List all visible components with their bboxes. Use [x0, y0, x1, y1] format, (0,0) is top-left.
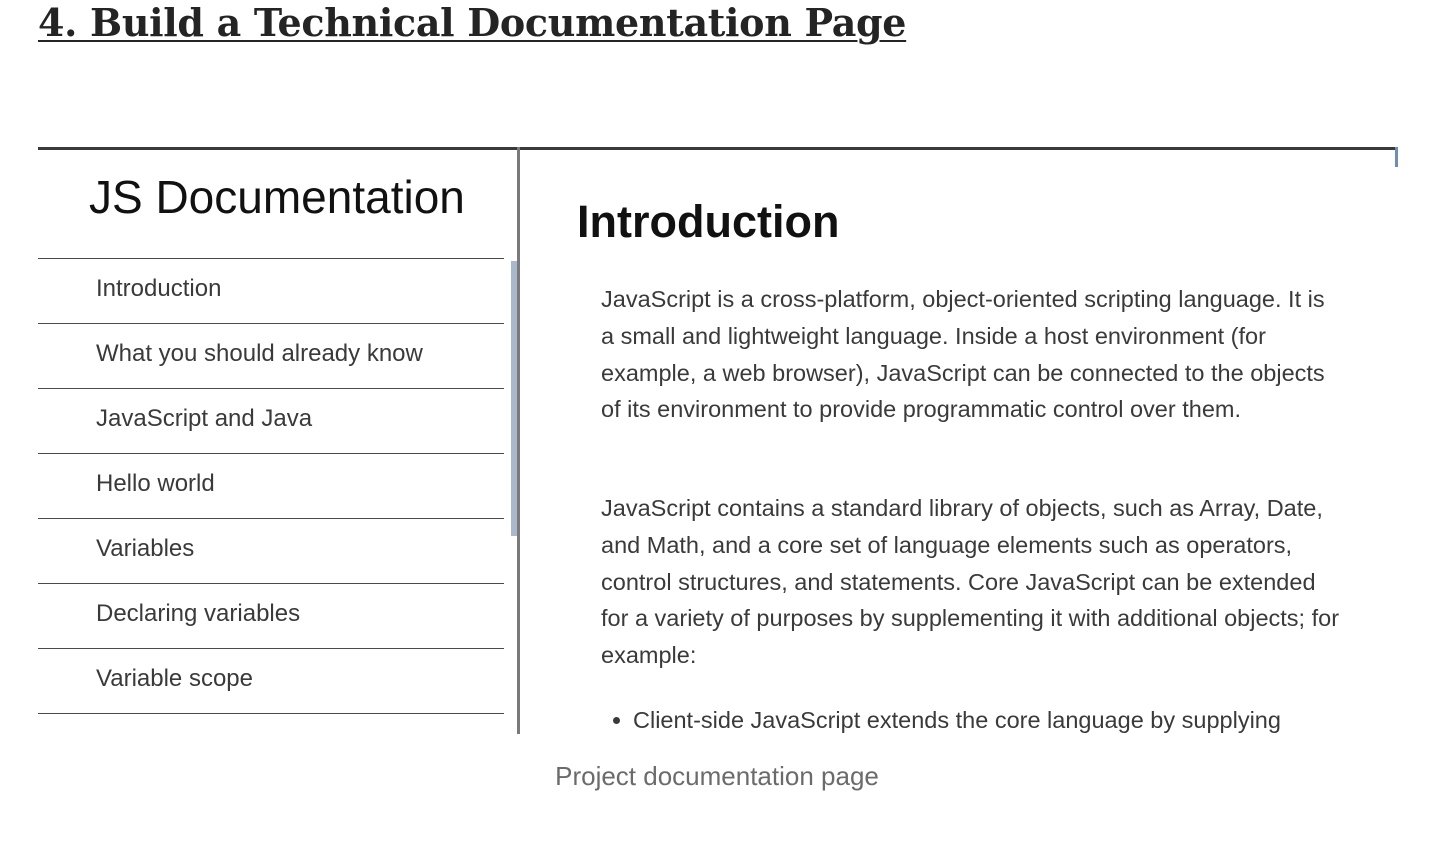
right-edge-marker	[1395, 147, 1398, 167]
nav-link-variables[interactable]: Variables	[38, 518, 504, 583]
nav-link-introduction[interactable]: Introduction	[38, 258, 504, 323]
intro-paragraph-1: JavaScript is a cross-platform, object-o…	[601, 286, 1325, 423]
section-title: Introduction	[577, 196, 840, 247]
bullet-icon	[613, 717, 620, 724]
project-screenshot: JS Documentation Introduction What you s…	[38, 147, 1398, 734]
nav-link-variable-scope[interactable]: Variable scope	[38, 648, 504, 714]
nav-title: JS Documentation	[89, 171, 465, 223]
example-list: Client-side JavaScript extends the core …	[601, 702, 1341, 734]
image-caption: Project documentation page	[555, 761, 879, 791]
nav-link-javascript-and-java[interactable]: JavaScript and Java	[38, 388, 504, 453]
nav-link-what-you-should-already-know[interactable]: What you should already know	[38, 323, 504, 388]
list-item-text: Client-side JavaScript extends the core …	[633, 707, 1281, 733]
nav-link-declaring-variables[interactable]: Declaring variables	[38, 583, 504, 648]
list-item: Client-side JavaScript extends the core …	[601, 702, 1341, 734]
nav-list: Introduction What you should already kno…	[38, 258, 504, 714]
nav-link-hello-world[interactable]: Hello world	[38, 453, 504, 518]
nav-divider	[517, 147, 520, 734]
navbar: JS Documentation Introduction What you s…	[38, 150, 517, 734]
article-heading[interactable]: 4. Build a Technical Documentation Page	[38, 0, 906, 46]
intro-paragraph-2: JavaScript contains a standard library o…	[601, 495, 1340, 669]
